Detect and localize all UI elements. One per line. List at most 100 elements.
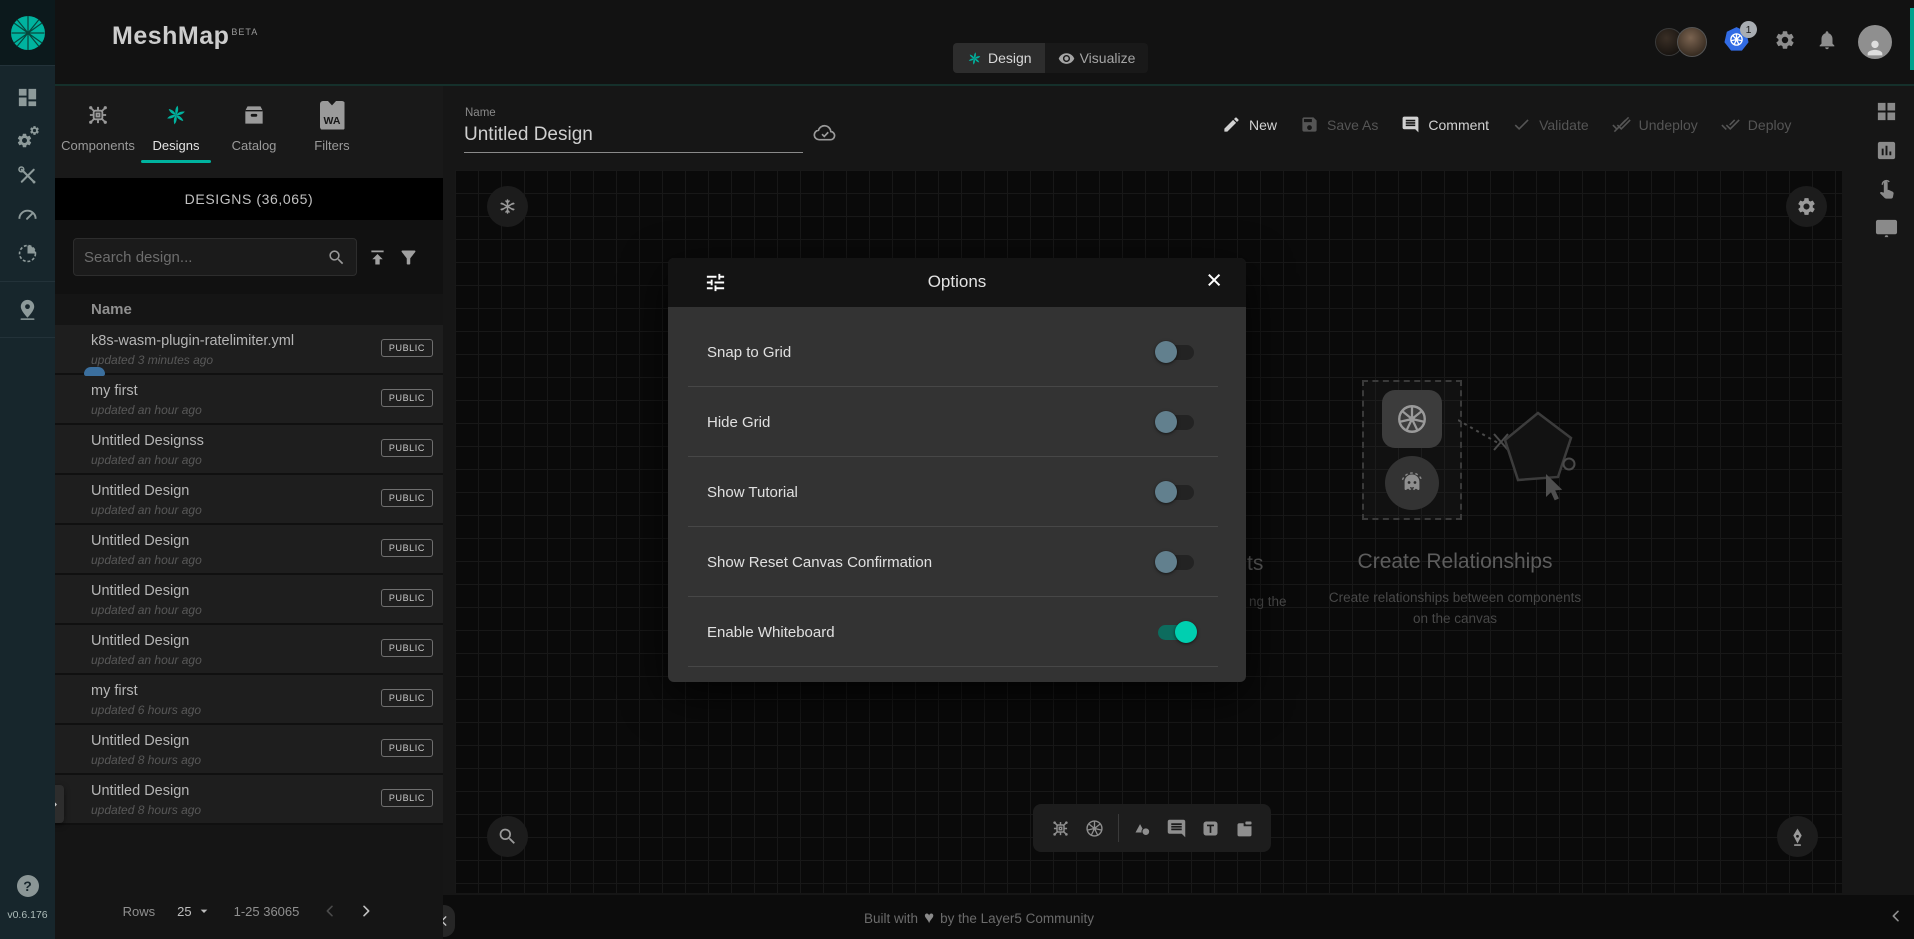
visibility-badge: PUBLIC [381,589,433,607]
visibility-badge: PUBLIC [381,539,433,557]
rows-per-page-select[interactable]: 25 [177,903,211,919]
layer5-logo[interactable] [0,0,55,66]
panel-tabbar: Components Designs Catalog WA Filters [55,86,443,178]
canvas-config-button[interactable] [487,186,528,227]
visibility-badge: PUBLIC [381,339,433,357]
tab-designs[interactable]: Designs [137,86,215,178]
prev-page-button[interactable] [321,902,339,920]
options-modal-body: Snap to Grid Hide Grid Show Tutorial Sho… [668,307,1246,667]
onboarding-subtitle: Create relationships between components … [1325,588,1585,630]
chevron-left-icon [322,903,338,919]
snap-to-grid-toggle[interactable] [1158,345,1194,360]
design-list-item[interactable]: Untitled Designupdated an hour agoPUBLIC [55,575,443,625]
undeploy-button[interactable]: Undeploy [1612,115,1698,134]
deploy-button[interactable]: Deploy [1721,115,1792,134]
app-title: MeshMapBETA [112,22,258,51]
zoom-in-button[interactable] [487,816,528,857]
visibility-badge: PUBLIC [381,789,433,807]
divider [1118,814,1119,842]
input-underline [464,152,803,153]
visibility-badge: PUBLIC [381,389,433,407]
rail-touch-icon[interactable] [1869,174,1903,204]
clipped-onboarding-text: ts [1247,552,1263,576]
nav-meshmap-pin-icon[interactable] [0,290,55,329]
dock-comment-icon[interactable] [1166,818,1187,839]
nav-configuration-icon[interactable] [0,156,55,195]
zoom-in-icon [497,826,518,847]
comment-button[interactable]: Comment [1401,115,1489,134]
clipped-onboarding-text: ng the [1249,594,1287,609]
profile-avatar[interactable] [1858,25,1892,59]
import-design-icon[interactable] [367,247,388,268]
nav-lifecycle-icon[interactable] [0,117,55,156]
right-tool-rail [1858,86,1914,895]
rows-label: Rows [123,904,156,919]
tab-catalog[interactable]: Catalog [215,86,293,178]
reset-canvas-confirmation-toggle[interactable] [1158,555,1194,570]
kubernetes-node-tile [1382,390,1442,448]
validate-button[interactable]: Validate [1512,115,1589,134]
help-button[interactable]: ? [17,875,39,897]
filter-funnel-icon[interactable] [398,247,419,268]
nav-conformance-icon[interactable] [0,234,55,273]
canvas-settings-button[interactable] [1786,186,1827,227]
visibility-badge: PUBLIC [381,689,433,707]
new-button[interactable]: New [1222,115,1277,134]
snowflake-gear-icon [497,196,518,217]
next-page-button[interactable] [357,902,375,920]
divider [0,281,55,282]
design-list-item[interactable]: Untitled Designssupdated an hour agoPUBL… [55,425,443,475]
hide-grid-toggle[interactable] [1158,415,1194,430]
design-list-item[interactable]: Untitled Designupdated an hour agoPUBLIC [55,525,443,575]
visibility-badge: PUBLIC [381,439,433,457]
rail-metrics-icon[interactable] [1869,135,1903,165]
dock-components-icon[interactable] [1050,818,1071,839]
pen-tool-button[interactable] [1777,816,1818,857]
canvas-dock [1033,804,1271,852]
visibility-badge: PUBLIC [381,739,433,757]
left-nav-rail: ? v0.6.176 [0,0,55,939]
collaborator-avatar-2[interactable] [1677,27,1707,57]
dock-media-icon[interactable] [1234,818,1255,839]
rail-grid-icon[interactable] [1869,96,1903,126]
page-range: 1-25 36065 [234,904,300,919]
nav-dashboard-icon[interactable] [0,78,55,117]
tab-design[interactable]: Design [953,43,1045,73]
design-list-item[interactable]: Untitled Designupdated an hour agoPUBLIC [55,625,443,675]
close-icon[interactable]: × [1206,266,1222,296]
options-modal: Options × Snap to Grid Hide Grid Show Tu… [668,258,1246,682]
notifications-bell-icon[interactable] [1816,29,1838,56]
design-list-item[interactable]: my firstupdated 6 hours agoPUBLIC [55,675,443,725]
rail-display-icon[interactable] [1869,213,1903,243]
design-list-item[interactable]: Untitled Designupdated an hour agoPUBLIC [55,475,443,525]
enable-whiteboard-toggle[interactable] [1158,625,1194,640]
design-list-item[interactable]: k8s-wasm-plugin-ratelimiter.ymlupdated 3… [55,325,443,375]
dock-shapes-icon[interactable] [1132,818,1153,839]
context-count-badge: 1 [1740,21,1757,38]
design-list-item[interactable]: my firstupdated an hour agoPUBLIC [55,375,443,425]
design-list-item[interactable]: Untitled Designupdated 8 hours agoPUBLIC [55,775,443,825]
design-name-input[interactable]: Untitled Design [464,124,593,146]
design-list-item[interactable]: Untitled Designupdated 8 hours agoPUBLIC [55,725,443,775]
search-input[interactable] [84,249,327,266]
app-version: v0.6.176 [0,909,55,921]
meshery-squid-node [1385,456,1439,510]
footer-collapse-right[interactable] [1888,908,1904,929]
heart-icon: ♥ [924,908,934,928]
nav-performance-icon[interactable] [0,195,55,234]
dock-text-tool-icon[interactable] [1200,818,1221,839]
dock-kubernetes-icon[interactable] [1084,818,1105,839]
tab-filters[interactable]: WA Filters [293,86,371,178]
save-as-button[interactable]: Save As [1300,115,1378,134]
onboarding-component-group [1362,380,1462,520]
floppy-icon [1300,115,1319,134]
designs-list: k8s-wasm-plugin-ratelimiter.ymlupdated 3… [55,325,443,825]
eye-icon [1058,50,1075,67]
search-icon[interactable] [327,248,346,267]
settings-gear-icon[interactable] [1774,29,1796,56]
tab-visualize[interactable]: Visualize [1045,43,1149,73]
show-tutorial-toggle[interactable] [1158,485,1194,500]
options-modal-header: Options × [668,258,1246,307]
filters-wasm-icon: WA [320,98,345,132]
tab-components[interactable]: Components [59,86,137,178]
